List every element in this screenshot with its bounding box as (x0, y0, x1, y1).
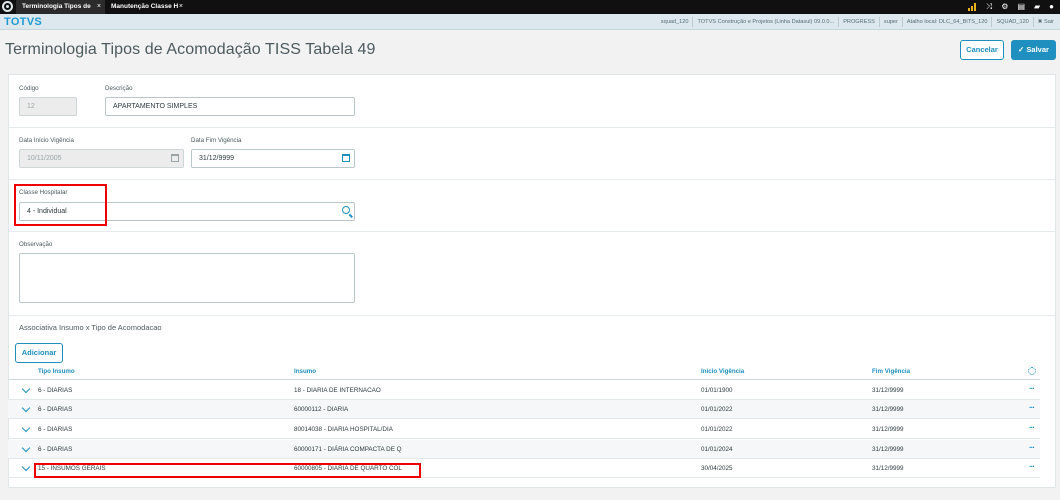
cell-fim-vigencia: 31/12/9999 (872, 465, 904, 472)
data-inicio-field: 10/11/2005 (19, 149, 184, 168)
system-item-squad: squad_120 (660, 19, 689, 25)
divider (9, 231, 1055, 232)
gear-icon[interactable]: ⚙ (1001, 0, 1008, 14)
expand-row-icon[interactable] (21, 443, 31, 453)
cell-inicio-vigencia: 01/01/2024 (701, 446, 733, 453)
table-row[interactable]: 6 - DIARIAS 60000171 - DIÁRIA COMPACTA D… (8, 440, 1040, 459)
system-info: squad_120 TOTVS Construção e Projetos (L… (657, 14, 1058, 30)
system-bar: TOTVS squad_120 TOTVS Construção e Proje… (0, 14, 1060, 30)
row-actions-icon[interactable]: ··· (1029, 423, 1035, 432)
descricao-field[interactable]: APARTAMENTO SIMPLES (105, 97, 355, 116)
table-settings-icon[interactable] (1028, 367, 1036, 375)
data-fim-label: Data Fim Vigência (191, 137, 242, 144)
system-item-shortcut: Atalho local: DLC_64_BITS_120 (901, 17, 992, 27)
cell-fim-vigencia: 31/12/9999 (872, 406, 904, 413)
shuffle-icon[interactable]: ⤨ (986, 0, 992, 14)
descricao-label: Descrição (105, 85, 133, 92)
save-button[interactable]: ✓ Salvar (1011, 40, 1056, 60)
column-header-inicio-vigencia[interactable]: Início Vigência (701, 368, 744, 375)
tab-manutencao-classe[interactable]: Manutenção Classe H × (105, 0, 187, 14)
data-inicio-value: 10/11/2005 (27, 155, 62, 162)
table-row[interactable]: 6 - DIARIAS 80014038 - DIARIA HOSPITAL/D… (8, 420, 1040, 439)
row-actions-icon[interactable]: ··· (1029, 462, 1035, 471)
expand-row-icon[interactable] (21, 403, 31, 413)
cell-tipo-insumo: 6 - DIARIAS (38, 446, 73, 453)
table-row[interactable]: 6 - DIARIAS 18 - DIARIA DE INTERNACAO 01… (8, 381, 1040, 400)
cell-tipo-insumo: 6 - DIARIAS (38, 406, 73, 413)
divider (9, 315, 1055, 316)
cell-inicio-vigencia: 30/04/2025 (701, 465, 733, 472)
divider (9, 179, 1055, 180)
brand-logo: TOTVS (4, 16, 42, 28)
tab-terminologia[interactable]: Terminologia Tipos de × (16, 0, 105, 14)
column-header-tipo-insumo[interactable]: Tipo Insumo (38, 368, 75, 375)
cancel-button[interactable]: Cancelar (960, 40, 1004, 60)
page-title: Terminologia Tipos de Acomodação TISS Ta… (5, 41, 376, 58)
expand-row-icon[interactable] (21, 384, 31, 394)
row-actions-icon[interactable]: ··· (1029, 384, 1035, 393)
document-icon[interactable]: ▤ (1017, 0, 1025, 14)
row-actions-icon[interactable]: ··· (1029, 443, 1035, 452)
system-item-user: super (878, 17, 902, 27)
expand-row-icon[interactable] (21, 423, 31, 433)
cell-inicio-vigencia: 01/01/1900 (701, 387, 733, 394)
codigo-label: Código (19, 85, 39, 92)
data-fim-value: 31/12/9999 (199, 155, 235, 162)
calendar-icon[interactable] (342, 154, 350, 162)
check-icon: ✓ (1018, 45, 1025, 54)
observacao-label: Observação (19, 241, 53, 248)
column-header-fim-vigencia[interactable]: Fim Vigência (872, 368, 910, 375)
user-icon[interactable]: ● (1049, 0, 1054, 14)
save-label: Salvar (1026, 45, 1049, 54)
tab-label: Terminologia Tipos de (22, 3, 91, 10)
calendar-icon (171, 154, 179, 162)
divider (9, 127, 1055, 128)
cell-insumo: 60000171 - DIÁRIA COMPACTA DE Q (294, 446, 402, 453)
logout-label: Sair (1044, 19, 1054, 25)
cell-fim-vigencia: 31/12/9999 (872, 387, 904, 394)
data-fim-field[interactable]: 31/12/9999 (191, 149, 355, 168)
tab-label: Manutenção Classe H (111, 3, 179, 10)
top-tab-bar: Terminologia Tipos de × Manutenção Class… (0, 0, 1060, 14)
expand-row-icon[interactable] (21, 462, 31, 472)
highlight-box (14, 184, 107, 226)
assoc-section-title: Associativa Insumo x Tipo de Acomodacao (19, 323, 162, 332)
cell-tipo-insumo: 6 - DIARIAS (38, 387, 73, 394)
system-item-environment: SQUAD_120 (991, 17, 1032, 27)
cell-insumo: 80014038 - DIARIA HOSPITAL/DIA (294, 426, 393, 433)
cell-insumo: 60000112 - DIARIA (294, 406, 349, 413)
highlight-box (34, 463, 421, 478)
row-actions-icon[interactable]: ··· (1029, 403, 1035, 412)
cell-fim-vigencia: 31/12/9999 (872, 426, 904, 433)
system-item-database: PROGRESS (838, 17, 879, 27)
cell-insumo: 18 - DIARIA DE INTERNACAO (294, 387, 381, 394)
add-button[interactable]: Adicionar (15, 343, 63, 363)
totvs-logo-icon[interactable] (2, 1, 13, 12)
observacao-textarea[interactable] (19, 253, 355, 303)
cell-tipo-insumo: 6 - DIARIAS (38, 426, 73, 433)
search-icon[interactable] (342, 206, 350, 214)
table-header: Tipo Insumo Insumo Início Vigência Fim V… (8, 364, 1040, 380)
chat-icon[interactable]: ▰ (1034, 0, 1040, 14)
cell-inicio-vigencia: 01/01/2022 (701, 406, 733, 413)
close-tab-icon[interactable]: × (179, 0, 183, 14)
cell-inicio-vigencia: 01/01/2022 (701, 426, 733, 433)
system-item-product: TOTVS Construção e Projetos (Linha Datas… (692, 17, 838, 27)
top-toolbar: ⤨ ⚙ ▤ ▰ ● (967, 0, 1054, 14)
cell-fim-vigencia: 31/12/9999 (872, 446, 904, 453)
table-row[interactable]: 6 - DIARIAS 60000112 - DIARIA 01/01/2022… (8, 400, 1040, 419)
data-inicio-label: Data Início Vigência (19, 137, 74, 144)
codigo-field: 12 (19, 97, 77, 116)
logout-link[interactable]: ✖ Sair (1032, 17, 1058, 27)
close-tab-icon[interactable]: × (97, 0, 101, 14)
column-header-insumo[interactable]: Insumo (294, 368, 316, 375)
signal-icon (967, 3, 977, 11)
